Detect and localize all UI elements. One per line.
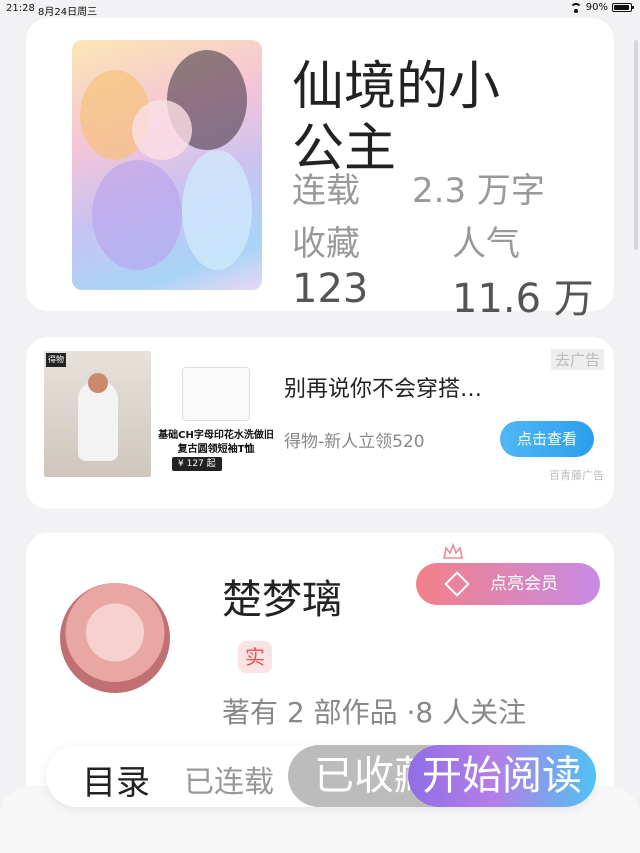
- battery-icon: [612, 3, 634, 12]
- start-reading-button[interactable]: 开始阅读: [408, 745, 596, 807]
- ad-thumb-tag: 得物: [46, 353, 66, 367]
- book-info-card: 仙境的小公主 连载 2.3 万字 收藏 人气 123 11.6 万: [26, 18, 614, 322]
- ad-product-text: 基础CH字母印花水洗做旧复古圆领短袖T恤: [158, 430, 274, 455]
- pop-label: 人气: [452, 224, 520, 264]
- fav-label: 收藏: [292, 224, 360, 264]
- scrollbar[interactable]: [634, 40, 638, 250]
- battery-percent: 90%: [585, 2, 608, 13]
- bottom-action-bar: 目录 已连载 已收藏 开始阅读: [46, 745, 596, 807]
- status-label: 连载: [292, 171, 360, 211]
- ad-price-tag: ¥ 127 起: [172, 457, 222, 471]
- word-count: 2.3 万字: [412, 171, 545, 211]
- diamond-icon: [444, 571, 470, 597]
- book-title: 仙境的小公主: [292, 57, 501, 179]
- activate-member-button[interactable]: 点亮会员: [416, 563, 600, 605]
- status-time: 21:28: [6, 3, 35, 14]
- tshirt-icon: [182, 367, 250, 421]
- fav-count: 123: [292, 266, 369, 312]
- author-name: 楚梦璃: [222, 577, 342, 623]
- member-button-label: 点亮会员: [490, 574, 558, 594]
- ad-card[interactable]: 得物 基础CH字母印花水洗做旧复古圆领短袖T恤 ¥ 127 起 去广告 别再说你…: [26, 337, 614, 509]
- catalog-tab[interactable]: 目录: [82, 755, 150, 804]
- wifi-icon: [569, 3, 582, 13]
- pop-count: 11.6 万: [452, 276, 594, 322]
- remove-ad-link[interactable]: 去广告: [550, 349, 604, 370]
- crown-icon: [443, 543, 463, 559]
- ad-view-button[interactable]: 点击查看: [500, 421, 594, 457]
- status-date: 8月24日周三: [38, 7, 98, 18]
- author-meta: 著有 2 部作品 ·8 人关注: [222, 696, 527, 729]
- ad-subtitle: 得物-新人立领520: [284, 432, 425, 452]
- ad-product-image: 基础CH字母印花水洗做旧复古圆领短袖T恤 ¥ 127 起: [152, 351, 280, 477]
- author-avatar[interactable]: [60, 583, 170, 693]
- status-right: 90%: [569, 2, 634, 13]
- ad-source: 百青藤广告: [549, 469, 604, 482]
- book-cover[interactable]: [72, 40, 262, 290]
- status-tab[interactable]: 已连载: [184, 757, 274, 801]
- status-bar: 21:28 8月24日周三 90%: [0, 0, 640, 18]
- ad-title: 别再说你不会穿搭…: [284, 377, 483, 402]
- ad-model-image: 得物: [44, 351, 151, 477]
- verified-badge: 实: [238, 641, 272, 673]
